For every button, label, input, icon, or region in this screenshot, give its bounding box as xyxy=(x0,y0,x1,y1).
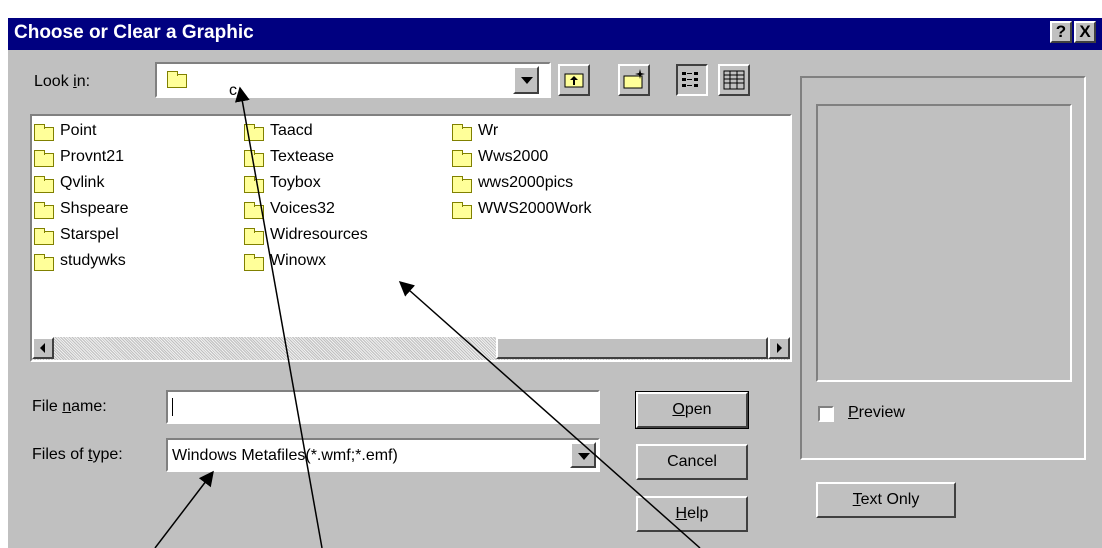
annotation-arrows xyxy=(154,86,701,548)
arrow-files-of-type xyxy=(154,470,214,548)
arrow-file-list xyxy=(398,281,701,548)
arrow-look-in xyxy=(234,86,323,548)
